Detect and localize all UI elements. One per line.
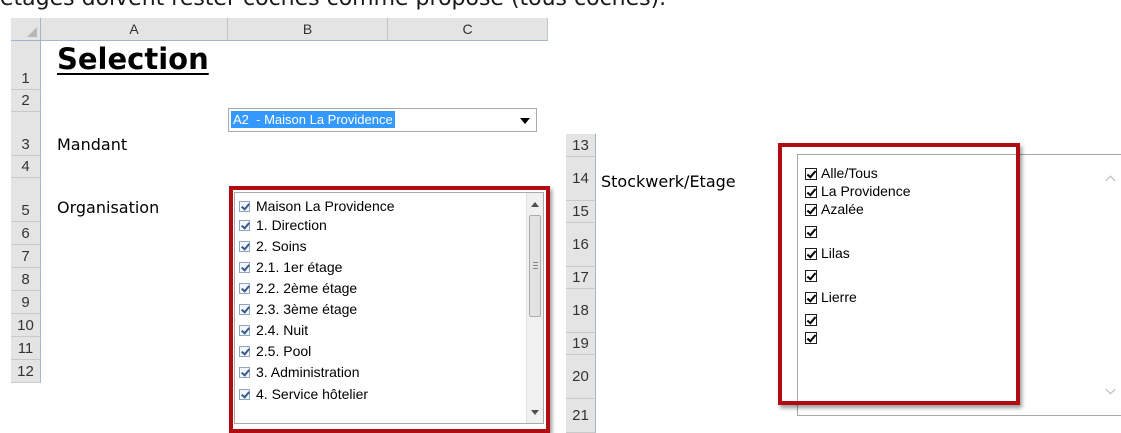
caption-text: étages doivent rester cochés comme propo… xyxy=(0,0,666,11)
row-header-8[interactable]: 8 xyxy=(11,268,41,291)
row-header-2[interactable]: 2 xyxy=(11,90,41,112)
row-header-17[interactable]: 17 xyxy=(566,267,596,289)
column-header-b[interactable]: B xyxy=(228,18,388,41)
vertical-scrollbar[interactable] xyxy=(1101,155,1121,415)
row-header-14[interactable]: 14 xyxy=(566,157,596,201)
highlight-box-organisation xyxy=(229,186,550,433)
mandant-label: Mandant xyxy=(57,135,128,154)
row-header-13[interactable]: 13 xyxy=(566,134,596,157)
row-header-6[interactable]: 6 xyxy=(11,222,41,245)
row-header-19[interactable]: 19 xyxy=(566,333,596,355)
row-header-3[interactable]: 3 xyxy=(11,112,41,156)
page-title: Selection xyxy=(57,42,209,76)
row-header-20[interactable]: 20 xyxy=(566,355,596,399)
row-header-5[interactable]: 5 xyxy=(11,178,41,222)
row-header-21[interactable]: 21 xyxy=(566,399,596,433)
row-header-11[interactable]: 11 xyxy=(11,337,41,360)
row-header-7[interactable]: 7 xyxy=(11,245,41,268)
stockwerk-label: Stockwerk/Etage xyxy=(601,172,736,191)
chevron-up-icon[interactable] xyxy=(1105,175,1116,186)
row-header-10[interactable]: 10 xyxy=(11,314,41,337)
row-header-4[interactable]: 4 xyxy=(11,156,41,178)
row-header-18[interactable]: 18 xyxy=(566,289,596,333)
mandant-selected-value: A2 - Maison La Providence xyxy=(231,111,395,128)
column-header-a[interactable]: A xyxy=(41,18,228,41)
highlight-box-etage xyxy=(778,143,1020,405)
row-header-16[interactable]: 16 xyxy=(566,223,596,267)
row-header-15[interactable]: 15 xyxy=(566,201,596,223)
select-all-corner[interactable] xyxy=(11,18,41,41)
row-header-12[interactable]: 12 xyxy=(11,360,41,383)
column-header-c[interactable]: C xyxy=(388,18,548,41)
chevron-down-icon[interactable] xyxy=(520,118,530,124)
mandant-combobox[interactable]: A2 - Maison La Providence xyxy=(228,108,537,132)
row-header-1[interactable]: 1 xyxy=(11,41,41,90)
row-header-9[interactable]: 9 xyxy=(11,291,41,314)
organisation-label: Organisation xyxy=(57,198,160,217)
chevron-down-icon[interactable] xyxy=(1105,384,1116,395)
